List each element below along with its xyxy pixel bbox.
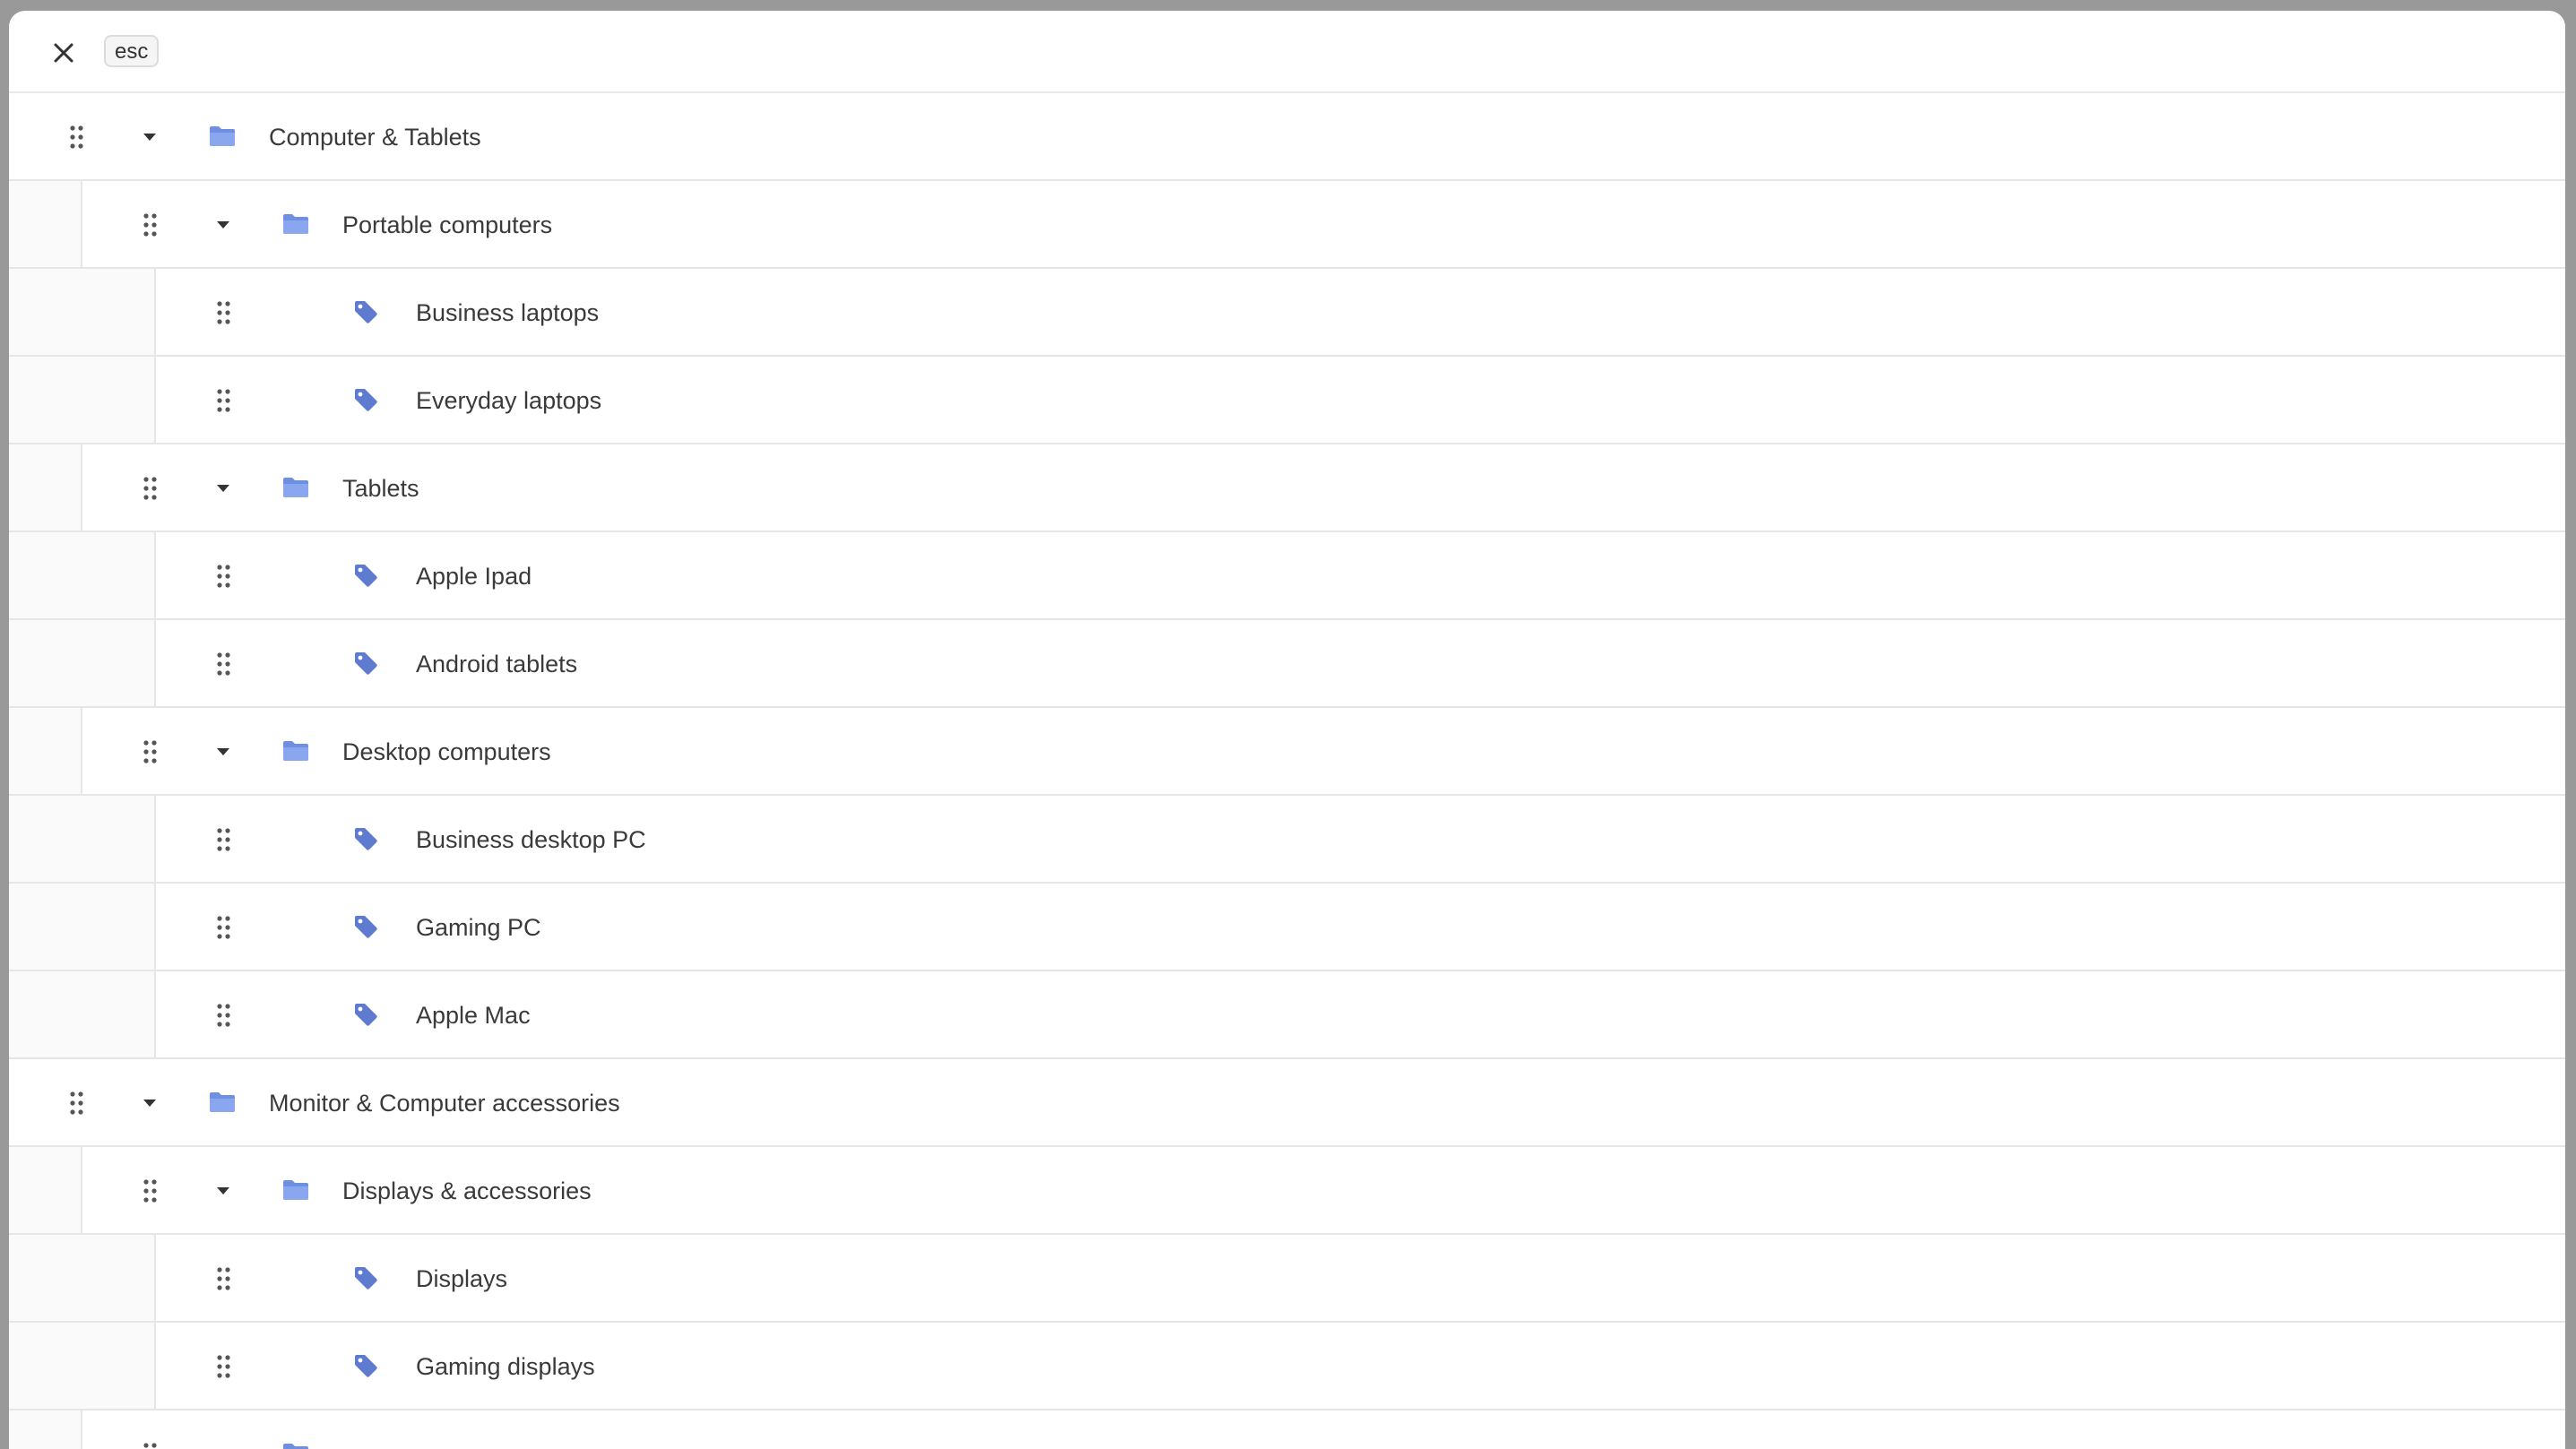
tag-icon	[351, 1264, 380, 1292]
tag-icon	[351, 1351, 380, 1380]
drag-handle-icon[interactable]	[217, 1004, 231, 1027]
caret-down-icon[interactable]	[213, 1183, 233, 1199]
indent-guide	[9, 620, 156, 706]
drag-handle-icon[interactable]	[217, 301, 231, 324]
drag-handle-icon[interactable]	[143, 1179, 158, 1203]
drag-handle-icon[interactable]	[143, 213, 158, 237]
tree-folder-row[interactable]: Monitor & Computer accessories	[9, 1059, 2565, 1147]
tree-item-label: Tablets	[342, 475, 419, 502]
tree-folder-row[interactable]: Desktop computers	[9, 708, 2565, 796]
caret-down-icon[interactable]	[140, 1095, 160, 1111]
folder-icon	[281, 1176, 310, 1204]
tree-item-label: Business laptops	[416, 299, 600, 326]
drag-handle-icon[interactable]	[70, 125, 84, 149]
tree-item-label: Gaming PC	[416, 914, 541, 941]
tree-folder-row[interactable]: Displays & accessories	[9, 1147, 2565, 1235]
tree-leaf-row[interactable]: Displays	[9, 1235, 2565, 1323]
tree-item-label: Apple Mac	[416, 1002, 531, 1029]
tag-icon	[351, 1000, 380, 1029]
drag-handle-icon[interactable]	[217, 916, 231, 939]
tree-item-label: Desktop computers	[342, 738, 551, 765]
tree-item-label: Displays & accessories	[342, 1177, 592, 1204]
indent-guide	[9, 532, 156, 618]
category-tree: Computer & Tablets Portable computers Busi…	[9, 93, 2565, 1449]
tag-icon	[351, 385, 380, 414]
tree-folder-row[interactable]: Portable computers	[9, 181, 2565, 269]
tree-item-label: Computer & Tablets	[269, 124, 481, 151]
drag-handle-icon[interactable]	[217, 828, 231, 851]
close-button[interactable]	[48, 38, 79, 68]
tree-item-label: Everyday laptops	[416, 387, 602, 414]
tree-leaf-row[interactable]: Gaming PC	[9, 884, 2565, 971]
tree-item-label: Portable computers	[342, 211, 553, 238]
tree-leaf-row[interactable]: Android tablets	[9, 620, 2565, 708]
caret-down-icon[interactable]	[213, 217, 233, 233]
drag-handle-icon[interactable]	[217, 389, 231, 412]
tree-item-label: Apple Ipad	[416, 563, 532, 590]
folder-icon	[281, 473, 310, 502]
tree-leaf-row[interactable]: Apple Mac	[9, 971, 2565, 1059]
indent-guide	[9, 269, 156, 355]
category-tree-window: esc Computer & Tablets Portable computers…	[9, 11, 2565, 1449]
tag-icon	[351, 649, 380, 677]
drag-handle-icon[interactable]	[70, 1091, 84, 1115]
indent-guide	[9, 1147, 82, 1233]
indent-guide	[9, 181, 82, 267]
tree-item-label: Displays	[416, 1265, 508, 1292]
app-frame: esc Computer & Tablets Portable computers…	[0, 0, 2576, 1449]
drag-handle-icon[interactable]	[143, 477, 158, 500]
indent-guide	[9, 796, 156, 882]
drag-handle-icon[interactable]	[217, 1267, 231, 1290]
indent-guide	[9, 1235, 156, 1321]
caret-down-icon[interactable]	[213, 480, 233, 496]
tree-leaf-row[interactable]: Everyday laptops	[9, 357, 2565, 444]
tree-item-label: Monitor & Computer accessories	[269, 1090, 620, 1117]
indent-guide	[9, 708, 82, 794]
drag-handle-icon[interactable]	[143, 1443, 158, 1449]
esc-keyboard-hint: esc	[104, 35, 160, 67]
folder-icon	[281, 210, 310, 238]
tag-icon	[351, 561, 380, 590]
indent-guide	[9, 1323, 156, 1409]
tree-leaf-row[interactable]: Gaming displays	[9, 1323, 2565, 1410]
tree-folder-row[interactable]	[9, 1410, 2565, 1449]
indent-guide	[9, 884, 156, 970]
drag-handle-icon[interactable]	[217, 652, 231, 676]
indent-guide	[9, 971, 156, 1057]
tag-icon	[351, 824, 380, 853]
tree-item-label: Gaming displays	[416, 1353, 595, 1380]
folder-icon	[208, 122, 237, 151]
tree-leaf-row[interactable]: Apple Ipad	[9, 532, 2565, 620]
tag-icon	[351, 912, 380, 941]
tree-item-label: Android tablets	[416, 651, 578, 677]
folder-icon	[281, 737, 310, 765]
tree-leaf-row[interactable]: Business laptops	[9, 269, 2565, 357]
folder-icon	[208, 1088, 237, 1117]
tree-item-label: Business desktop PC	[416, 826, 646, 853]
folder-icon	[281, 1439, 310, 1449]
tree-folder-row[interactable]: Tablets	[9, 444, 2565, 532]
indent-guide	[9, 357, 156, 443]
indent-guide	[9, 444, 82, 530]
caret-down-icon[interactable]	[140, 129, 160, 145]
tree-leaf-row[interactable]: Business desktop PC	[9, 796, 2565, 884]
tag-icon	[351, 298, 380, 326]
indent-guide	[9, 1410, 82, 1449]
drag-handle-icon[interactable]	[143, 740, 158, 763]
top-bar: esc	[9, 11, 2565, 93]
caret-down-icon[interactable]	[213, 744, 233, 760]
drag-handle-icon[interactable]	[217, 565, 231, 588]
tree-folder-row[interactable]: Computer & Tablets	[9, 93, 2565, 181]
drag-handle-icon[interactable]	[217, 1355, 231, 1378]
close-icon	[54, 43, 73, 63]
